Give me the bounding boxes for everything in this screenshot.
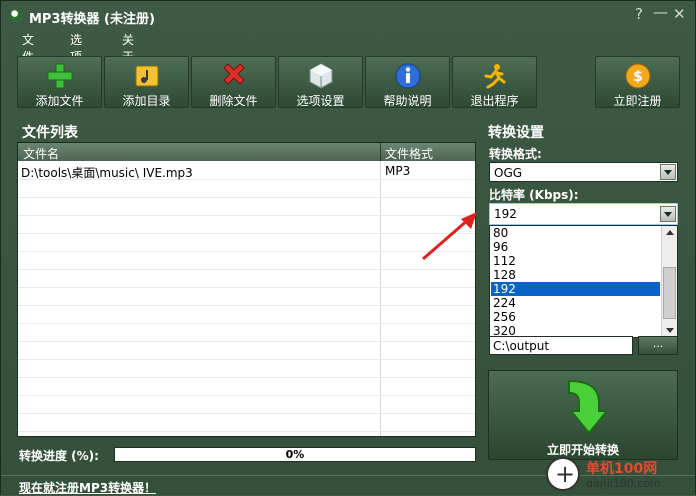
title-bar: MP3转换器 (未注册) ? — ✕	[1, 1, 695, 29]
minimize-icon[interactable]: —	[653, 4, 668, 20]
watermark-text: 单机100网	[586, 461, 658, 477]
help-button[interactable]: 帮助说明	[365, 56, 450, 108]
start-convert-button[interactable]: 立即开始转换	[488, 370, 678, 460]
add-folder-label: 添加目录	[122, 94, 171, 108]
scroll-down-icon[interactable]	[666, 328, 674, 333]
plus-icon	[47, 63, 73, 89]
main-window: MP3转换器 (未注册) ? — ✕ 文件(F) 选项(O) 关于(A) 添加文…	[0, 0, 696, 495]
bitrate-select[interactable]: 192	[489, 203, 678, 225]
scroll-thumb[interactable]	[663, 267, 676, 319]
format-select[interactable]: OGG	[489, 162, 678, 182]
bitrate-option[interactable]: 80	[491, 226, 660, 240]
bitrate-option[interactable]: 256	[491, 310, 660, 324]
browse-button[interactable]: ...	[638, 336, 678, 355]
file-list-title: 文件列表	[22, 125, 78, 141]
exit-button[interactable]: 退出程序	[452, 56, 537, 108]
watermark: 单机100网 danji100.com	[546, 457, 696, 495]
start-convert-label: 立即开始转换	[546, 443, 619, 457]
watermark-logo-icon	[546, 457, 580, 491]
dropdown-scrollbar[interactable]	[661, 226, 677, 337]
bitrate-select-value: 192	[494, 207, 517, 221]
file-list-header: 文件名 文件格式	[18, 143, 475, 161]
file-format-cell: MP3	[385, 164, 411, 178]
options-button[interactable]: 选项设置	[278, 56, 363, 108]
column-header-format[interactable]: 文件格式	[385, 145, 433, 162]
svg-text:$: $	[633, 69, 643, 85]
help-icon[interactable]: ?	[635, 6, 643, 22]
scroll-up-icon[interactable]	[666, 230, 674, 235]
exit-label: 退出程序	[470, 94, 519, 108]
register-label: 立即注册	[613, 94, 662, 108]
watermark-subtext: danji100.com	[586, 477, 661, 490]
format-select-value: OGG	[494, 166, 523, 180]
close-icon[interactable]: ✕	[673, 6, 686, 22]
bitrate-option[interactable]: 96	[491, 240, 660, 254]
output-path-field[interactable]: C:\output	[489, 336, 633, 355]
bitrate-option[interactable]: 224	[491, 296, 660, 310]
output-path-value: C:\output	[493, 339, 550, 353]
register-button[interactable]: $ 立即注册	[595, 56, 680, 108]
bitrate-option[interactable]: 112	[491, 254, 660, 268]
bitrate-dropdown-list[interactable]: 80 96 112 128 192 224 256 320	[489, 225, 678, 338]
window-title: MP3转换器 (未注册)	[29, 12, 155, 27]
chevron-down-icon[interactable]	[660, 206, 676, 222]
register-link[interactable]: 现在就注册MP3转换器！	[19, 479, 156, 496]
bitrate-option[interactable]: 128	[491, 268, 660, 282]
add-file-label: 添加文件	[35, 94, 84, 108]
settings-title: 转换设置	[488, 125, 544, 141]
column-header-filename[interactable]: 文件名	[23, 145, 59, 162]
bitrate-option-selected[interactable]: 192	[491, 282, 660, 296]
file-name-cell: D:\tools\桌面\music\ IVE.mp3	[21, 166, 193, 180]
convert-arrow-icon	[568, 379, 610, 435]
delete-x-icon	[223, 63, 245, 85]
add-folder-button[interactable]: 添加目录	[104, 56, 189, 108]
exit-runner-icon	[484, 64, 506, 89]
progress-bar: 0%	[114, 447, 476, 462]
delete-file-button[interactable]: 删除文件	[191, 56, 276, 108]
chevron-down-icon[interactable]	[660, 164, 676, 180]
options-label: 选项设置	[296, 94, 345, 108]
help-label: 帮助说明	[383, 94, 432, 108]
dollar-coin-icon: $	[625, 63, 651, 89]
progress-label: 转换进度 (%):	[19, 449, 99, 463]
info-icon	[395, 63, 421, 89]
format-label: 转换格式:	[489, 147, 542, 161]
folder-music-icon	[135, 65, 159, 87]
file-list-table[interactable]: 文件名 文件格式 D:\tools\桌面\music\ IVE.mp3 MP3	[17, 142, 476, 437]
progress-value: 0%	[285, 448, 305, 461]
settings-cube-icon	[309, 63, 333, 89]
app-cd-icon	[9, 8, 23, 22]
add-file-button[interactable]: 添加文件	[17, 56, 102, 108]
delete-file-label: 删除文件	[209, 94, 258, 108]
annotation-arrow-icon	[422, 212, 477, 261]
bitrate-label: 比特率 (Kbps):	[489, 188, 579, 202]
